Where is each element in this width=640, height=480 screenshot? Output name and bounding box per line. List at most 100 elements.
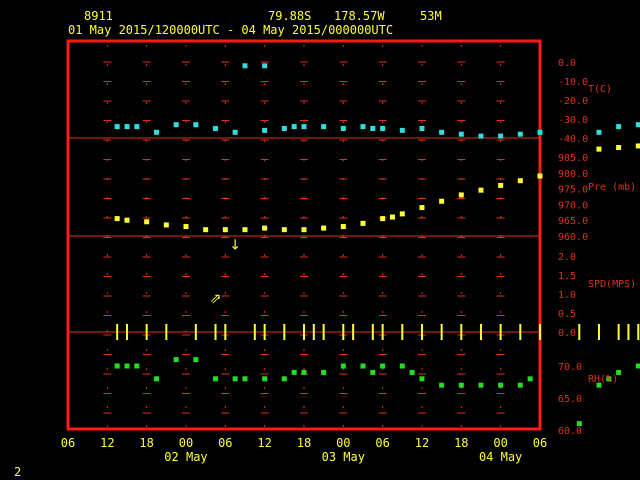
- temperature-point: [262, 63, 268, 69]
- relative_humidity-point: [340, 363, 346, 369]
- temperature-point: [321, 124, 327, 130]
- temperature-point: [478, 133, 484, 139]
- y-tick-label: 60.0: [558, 426, 582, 437]
- relative_humidity-point: [498, 382, 504, 388]
- temperature-point: [281, 126, 287, 131]
- temperature-point: [635, 122, 640, 128]
- pressure-point: [635, 143, 640, 149]
- relative_humidity-point: [242, 376, 248, 382]
- relative_humidity-point: [360, 363, 366, 369]
- x-tick-label: 06: [533, 436, 547, 450]
- pressure-point: [458, 192, 464, 198]
- temperature-point: [124, 124, 130, 130]
- temperature-point: [458, 131, 464, 137]
- pressure-point: [380, 216, 386, 222]
- temperature-point: [537, 129, 543, 135]
- relative_humidity-point: [301, 369, 307, 375]
- pressure-point: [301, 227, 307, 233]
- temperature-point: [616, 124, 622, 130]
- temperature-point: [399, 127, 405, 133]
- pressure-point: [517, 178, 523, 184]
- time-range: 01 May 2015/120000UTC - 04 May 2015/0000…: [68, 23, 393, 37]
- relative_humidity-point: [517, 382, 523, 388]
- x-tick-label: 00: [336, 436, 350, 450]
- pressure-point: [399, 211, 405, 217]
- panel-label: Pre (mb): [588, 182, 636, 193]
- pressure-point: [340, 224, 346, 230]
- relative_humidity-point: [212, 376, 218, 382]
- temperature-point: [517, 131, 523, 137]
- y-tick-label: -30.0: [558, 115, 588, 126]
- pressure-point: [114, 216, 120, 222]
- latitude: 79.88S: [268, 9, 311, 23]
- relative_humidity-point: [193, 357, 199, 363]
- relative_humidity-point: [114, 363, 120, 369]
- pressure-point: [242, 227, 248, 233]
- x-tick-label: 18: [139, 436, 153, 450]
- temperature-point: [212, 126, 218, 131]
- panel-label: T(C): [588, 84, 612, 95]
- y-tick-label: 970.0: [558, 200, 588, 211]
- x-tick-label: 00: [493, 436, 507, 450]
- wind-arrow: ↓: [229, 238, 241, 254]
- temperature-point: [242, 63, 248, 69]
- pressure-point: [262, 225, 268, 231]
- grid: [68, 45, 540, 427]
- y-tick-label: 0.5: [558, 309, 576, 320]
- y-tick-label: 980.0: [558, 169, 588, 180]
- relative_humidity-point: [321, 369, 327, 375]
- temperature-point: [498, 133, 504, 139]
- pressure-point: [596, 146, 602, 152]
- x-tick-label: 00: [179, 436, 193, 450]
- temperature-point: [380, 126, 386, 131]
- pressure-point: [281, 227, 287, 233]
- relative_humidity-point: [370, 369, 376, 375]
- x-tick-label: 06: [218, 436, 232, 450]
- meteogram: 8911 79.88S 178.57W 53M 01 May 2015/1200…: [14, 9, 640, 479]
- x-tick-label: 06: [61, 436, 75, 450]
- longitude: 178.57W: [334, 9, 385, 23]
- relative_humidity-point: [291, 369, 297, 375]
- date-label: 02 May: [164, 450, 207, 464]
- temperature-point: [114, 124, 120, 130]
- y-tick-label: 965.0: [558, 216, 588, 227]
- y-tick-label: -10.0: [558, 77, 588, 88]
- pressure-point: [498, 182, 504, 188]
- panel-label: RH(%): [588, 374, 618, 385]
- pressure-point: [222, 227, 228, 233]
- panel-label: SPD(MPS): [588, 279, 636, 290]
- temperature-point: [301, 124, 307, 130]
- temperature-point: [340, 126, 346, 131]
- relative_humidity-point: [419, 376, 425, 382]
- relative_humidity-point: [262, 376, 268, 382]
- y-tick-label: 1.0: [558, 290, 576, 301]
- pressure-point: [144, 219, 150, 225]
- x-tick-label: 18: [297, 436, 311, 450]
- relative_humidity-point: [399, 363, 405, 369]
- pressure-point: [321, 225, 327, 231]
- temperature-point: [596, 129, 602, 135]
- temperature-point: [360, 124, 366, 130]
- relative_humidity-point: [478, 382, 484, 388]
- temperature-point: [419, 126, 425, 131]
- relative_humidity-point: [232, 376, 238, 382]
- y-tick-label: 70.0: [558, 362, 582, 373]
- temperature-point: [370, 126, 376, 131]
- x-tick-label: 12: [257, 436, 271, 450]
- pressure-point: [124, 217, 130, 223]
- y-tick-label: 0.0: [558, 58, 576, 69]
- page-number: 2: [14, 465, 21, 479]
- y-tick-label: 1.5: [558, 271, 576, 282]
- relative_humidity-point: [380, 363, 386, 369]
- pressure-point: [360, 220, 366, 226]
- pressure-point: [203, 227, 209, 233]
- temperature-point: [193, 122, 199, 128]
- temperature-point: [439, 129, 445, 135]
- y-tick-label: 960.0: [558, 232, 588, 243]
- date-label: 03 May: [322, 450, 365, 464]
- pressure-point: [439, 198, 445, 204]
- y-tick-label: -20.0: [558, 96, 588, 107]
- relative_humidity-point: [124, 363, 130, 369]
- relative_humidity-point: [281, 376, 287, 382]
- station-id: 8911: [84, 9, 113, 23]
